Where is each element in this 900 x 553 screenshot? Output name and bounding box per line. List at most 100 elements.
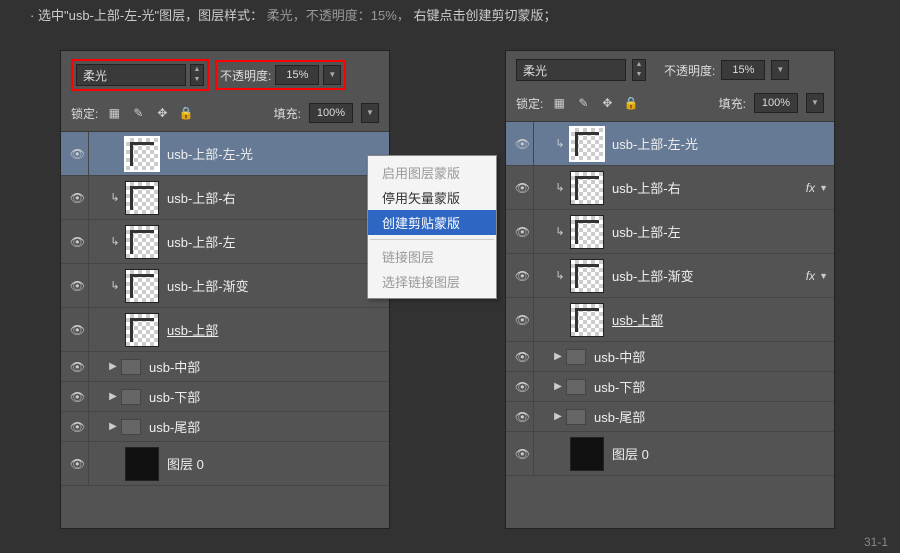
layer-thumbnail[interactable] [125, 313, 159, 347]
fill-dropdown[interactable]: ▼ [361, 103, 379, 123]
visibility-eye-icon[interactable]: 👁 [512, 402, 534, 431]
visibility-eye-icon[interactable]: 👁 [67, 382, 89, 411]
layer-row[interactable]: 👁↳usb-上部-右 [61, 176, 389, 220]
disclosure-triangle-icon[interactable]: ▶ [552, 411, 564, 422]
layer-thumbnail[interactable] [570, 171, 604, 205]
layer-row[interactable]: 👁 usb-上部 [506, 298, 834, 342]
lock-move-icon[interactable]: ✥ [154, 105, 170, 121]
layer-name[interactable]: usb-上部-左-光 [167, 144, 389, 163]
lock-transparent-icon[interactable]: ▦ [106, 105, 122, 121]
disclosure-triangle-icon[interactable]: ▶ [552, 351, 564, 362]
visibility-eye-icon[interactable]: 👁 [512, 166, 534, 209]
layer-name[interactable]: usb-下部 [149, 387, 389, 406]
layer-row[interactable]: 👁 usb-上部-左-光 [61, 132, 389, 176]
lock-all-icon[interactable]: 🔒 [623, 95, 639, 111]
visibility-eye-icon[interactable]: 👁 [67, 132, 89, 175]
layer-thumbnail[interactable] [125, 137, 159, 171]
layer-row[interactable]: 👁 ▶ usb-下部 [61, 382, 389, 412]
lock-move-icon[interactable]: ✥ [599, 95, 615, 111]
layer-row[interactable]: 👁↳usb-上部-左 [61, 220, 389, 264]
disclosure-triangle-icon[interactable]: ▶ [107, 421, 119, 432]
layer-thumbnail[interactable] [125, 181, 159, 215]
layer-name[interactable]: usb-上部-左 [167, 232, 389, 251]
visibility-eye-icon[interactable]: 👁 [512, 298, 534, 341]
lock-transparent-icon[interactable]: ▦ [551, 95, 567, 111]
lock-brush-icon[interactable]: ✎ [575, 95, 591, 111]
layer-thumbnail[interactable] [570, 303, 604, 337]
disclosure-triangle-icon[interactable]: ▶ [107, 391, 119, 402]
layer-row[interactable]: 👁↳usb-上部-渐变fx▼ [506, 254, 834, 298]
lock-brush-icon[interactable]: ✎ [130, 105, 146, 121]
visibility-eye-icon[interactable]: 👁 [512, 210, 534, 253]
layer-name[interactable]: 图层 0 [167, 454, 389, 473]
blend-mode-select[interactable]: 柔光 [76, 64, 186, 86]
layer-name[interactable]: usb-上部-左 [612, 222, 834, 241]
layer-name[interactable]: 图层 0 [612, 444, 834, 463]
menu-separator [370, 239, 494, 240]
layer-name[interactable]: usb-中部 [149, 357, 389, 376]
menu-item[interactable]: 创建剪贴蒙版 [368, 210, 496, 235]
layer-thumbnail[interactable] [570, 437, 604, 471]
clip-indicator-icon: ↳ [552, 137, 568, 150]
fx-chevron-icon[interactable]: ▼ [819, 183, 828, 193]
layer-row[interactable]: 👁 图层 0 [61, 442, 389, 486]
layer-row[interactable]: 👁 图层 0 [506, 432, 834, 476]
layer-name[interactable]: usb-上部 [612, 310, 834, 329]
opacity-dropdown[interactable]: ▼ [771, 60, 789, 80]
layer-row[interactable]: 👁 ▶ usb-尾部 [506, 402, 834, 432]
visibility-eye-icon[interactable]: 👁 [512, 372, 534, 401]
disclosure-triangle-icon[interactable]: ▶ [552, 381, 564, 392]
layer-name[interactable]: usb-上部-渐变 [167, 276, 389, 295]
fill-value[interactable]: 100% [754, 93, 798, 113]
visibility-eye-icon[interactable]: 👁 [67, 412, 89, 441]
layer-row[interactable]: 👁 ▶ usb-中部 [61, 352, 389, 382]
layer-row[interactable]: 👁 ↳ usb-上部-左-光 [506, 122, 834, 166]
visibility-eye-icon[interactable]: 👁 [512, 122, 534, 165]
layer-thumbnail[interactable] [125, 269, 159, 303]
layer-thumbnail[interactable] [570, 127, 604, 161]
layer-row[interactable]: 👁 ▶ usb-下部 [506, 372, 834, 402]
fx-chevron-icon[interactable]: ▼ [819, 271, 828, 281]
visibility-eye-icon[interactable]: 👁 [512, 254, 534, 297]
layer-thumbnail[interactable] [570, 259, 604, 293]
opacity-dropdown[interactable]: ▼ [323, 65, 341, 85]
layer-name[interactable]: usb-上部-渐变 [612, 266, 806, 285]
menu-item[interactable]: 停用矢量蒙版 [368, 185, 496, 210]
layer-name[interactable]: usb-上部-左-光 [612, 134, 834, 153]
layer-row[interactable]: 👁↳usb-上部-左 [506, 210, 834, 254]
layer-thumbnail[interactable] [125, 225, 159, 259]
fx-badge[interactable]: fx [806, 181, 815, 195]
visibility-eye-icon[interactable]: 👁 [512, 342, 534, 371]
visibility-eye-icon[interactable]: 👁 [67, 308, 89, 351]
blend-stepper[interactable]: ▲▼ [632, 59, 646, 81]
opacity-value[interactable]: 15% [721, 60, 765, 80]
visibility-eye-icon[interactable]: 👁 [67, 442, 89, 485]
layer-row[interactable]: 👁 ▶ usb-中部 [506, 342, 834, 372]
fill-dropdown[interactable]: ▼ [806, 93, 824, 113]
layer-name[interactable]: usb-中部 [594, 347, 834, 366]
layer-row[interactable]: 👁 usb-上部 [61, 308, 389, 352]
layer-name[interactable]: usb-上部-右 [167, 188, 389, 207]
visibility-eye-icon[interactable]: 👁 [67, 220, 89, 263]
visibility-eye-icon[interactable]: 👁 [67, 264, 89, 307]
layer-name[interactable]: usb-下部 [594, 377, 834, 396]
layer-row[interactable]: 👁↳usb-上部-渐变 [61, 264, 389, 308]
layer-thumbnail[interactable] [570, 215, 604, 249]
fill-value[interactable]: 100% [309, 103, 353, 123]
opacity-value[interactable]: 15% [275, 65, 319, 85]
layer-row[interactable]: 👁 ▶ usb-尾部 [61, 412, 389, 442]
layer-name[interactable]: usb-尾部 [149, 417, 389, 436]
layer-row[interactable]: 👁↳usb-上部-右fx▼ [506, 166, 834, 210]
layer-thumbnail[interactable] [125, 447, 159, 481]
blend-stepper[interactable]: ▲▼ [190, 64, 204, 86]
layer-name[interactable]: usb-上部-右 [612, 178, 806, 197]
fx-badge[interactable]: fx [806, 269, 815, 283]
visibility-eye-icon[interactable]: 👁 [512, 432, 534, 475]
disclosure-triangle-icon[interactable]: ▶ [107, 361, 119, 372]
visibility-eye-icon[interactable]: 👁 [67, 352, 89, 381]
visibility-eye-icon[interactable]: 👁 [67, 176, 89, 219]
layer-name[interactable]: usb-尾部 [594, 407, 834, 426]
layer-name[interactable]: usb-上部 [167, 320, 389, 339]
lock-all-icon[interactable]: 🔒 [178, 105, 194, 121]
blend-mode-select[interactable]: 柔光 [516, 59, 626, 81]
